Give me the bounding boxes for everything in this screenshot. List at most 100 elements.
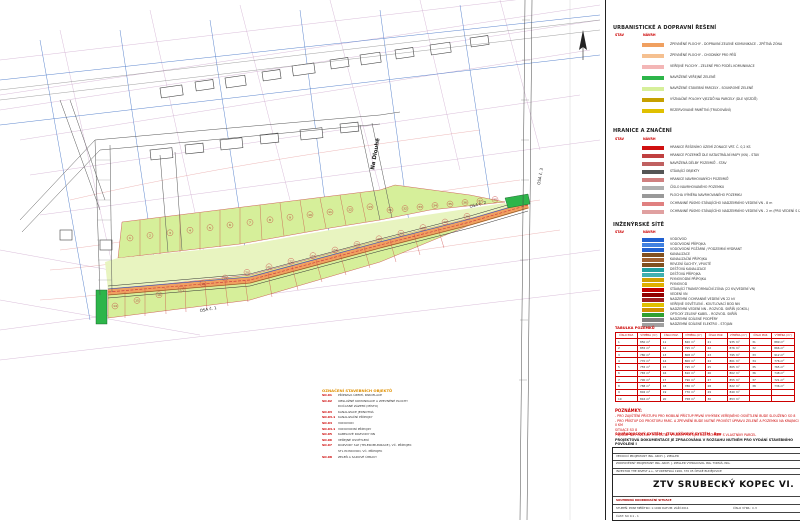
project-title: ZTV SRUBECKÝ KOPEC VI. [653,480,795,490]
table-row: 10 816 m² 20 758 m² 30 853 m² [615,394,795,403]
border-legend-label: OCHRANNÉ PÁSMO STÁVAJÍCÍHO NADZEMNÍHO VE… [670,201,773,205]
plot-number: 3 [169,231,171,235]
building-object-code: SO.01 [322,393,332,397]
plot-number: 26 [377,237,381,241]
legend-col-stav: STAV [615,33,624,37]
building-object-label: KABELOVÉ ROZVODY NN [338,432,375,437]
plot-number: 17 [179,287,183,291]
urban-legend-swatch [642,76,664,80]
network-legend-label: OPTICKÝ ZELENÝ KABEL - ROZVOD. SKŘÍŇ [670,312,737,316]
building-object-code: SO.04.1 [322,426,336,431]
legend-section-urban: URBANISTICKÉ A DOPRAVNÍ ŘEŠENÍ [613,25,717,31]
legend-col-navrh: NÁVRH [643,33,656,37]
plot-number: 29 [443,220,447,224]
building-object-code: SO.02 [322,398,332,403]
plot-number: 36 [463,201,467,205]
network-legend-label: VEDENÍ VN [670,292,688,296]
plot-number: 33 [418,205,422,209]
border-legend-swatch [642,154,664,158]
table-cell: 853 m² [726,394,751,403]
building-object-label: KANALIZAČNÍ PŘÍPOJKY [338,415,373,420]
network-legend-label: KANALIZACE [670,252,691,256]
border-legend-row: PLOCHA VÝMĚRA NAVRHOVANÉHO POZEMKU [610,193,798,200]
drawing-part: ČÁST: SO 0.1 - 1 [616,514,639,518]
plot-number: 35 [448,202,452,206]
border-legend-swatch [642,194,664,198]
building-object-label: KANALIZACE JEDNOTNÁ [338,409,374,414]
plot-number: 1 [129,236,131,240]
building-object-label: DOČASNÉ ZÁZEMÍ (MÍSTO) [338,404,379,409]
border-legend-swatch [642,202,664,206]
plot-number: 9 [289,215,291,219]
border-legend-swatch [642,146,664,150]
note-line: - PRO PŘÍSTUP DO PROSTORU PARC. A ZPEVNĚ… [615,419,799,427]
plot-number: 25 [355,243,359,247]
table-cell: 758 m² [681,394,706,403]
table-cell [771,394,795,403]
table-cell: 20 [659,394,683,403]
network-legend-label: NADZEMNÍ SDÍLENÉ PODPĚRY [670,317,718,321]
notes-title: POZNÁMKY: [615,408,642,413]
border-legend-swatch [642,162,664,166]
urban-legend-label: NAVRŽENÉ VEŘEJNÉ ZELENĚ [670,75,716,79]
drawing-sheet: 1 2 3 4 5 6 7 8 9 10 11 12 13 14 15 16 17 18 19 20 21 22 23 24 2… [0,0,800,521]
plot-number: 27 [399,231,403,235]
network-legend-label: PLYNOVOD [670,282,688,286]
border-legend-label: HRANICE ŘEŠENÍHO ÚZEMÍ ZONACE VRT. Č. 0,… [670,145,751,149]
plot-number: 5 [209,226,211,230]
building-object-code: SO.04 [322,420,332,425]
urban-legend-row: VEŘEJNÉ PLOCHY - ZELENÉ PRO PODÉL KOMUNI… [610,64,798,71]
legend-col-navrh-2: NÁVRH [643,137,656,141]
note-line: - PRO ZAJIŠTĚNÍ PŘÍSTUPU PRO MOBILNÍ PŘÍ… [615,414,796,418]
stamp-meta: STUPEŇ: PDSP MĚŘÍTKO: 1:1000 DATUM: ZÁŘÍ… [616,506,689,510]
border-legend-swatch [642,210,664,214]
border-legend-swatch [642,186,664,190]
network-legend-label: DEŠŤOVÁ KANALIZACE [670,267,707,271]
building-object-label: ROZVODY SLP (TELEKOMUNIKACE), VČ. PŘÍPOJ… [338,443,412,448]
drawing-number: ČÍSLO VÝKR.: C.3 [733,506,757,510]
urban-legend-row: ZPEVNĚNÉ PLOCHY - CHODNÍKY PRO PĚŠÍ [610,53,798,60]
parcel-table-title: TABULKA POZEMKŮ [615,326,655,330]
building-object-label: PŘÍPRAVA ÚZEMÍ, PARCELACE [338,393,383,397]
plot-number: 22 [289,259,293,263]
building-object-code: SO.03 [322,409,332,414]
network-legend-label: VEŘEJNÉ OSVĚTLENÍ - KOUTLOVACÍ BOD NN [670,302,740,306]
urban-legend-swatch [642,54,664,58]
plot-number: 28 [421,226,425,230]
urban-legend-row: VÝZNAČNÉ POLOHY VJEZDŮ NA PARCELY (DLE V… [610,97,798,104]
coordinate-system-note: SOUŘADNICOVÝ SYSTÉM - JTSK VÝŠKOVÝ SYSTÉ… [615,432,722,436]
building-object-label: ZELEŇ A SADOVÉ ÚPRAVY [338,454,377,459]
border-legend-row: HRANICE POZEMKŮ DLE KATASTRÁLNÍ MAPY (KN… [610,153,798,160]
border-legend-swatch [642,178,664,182]
urban-legend-swatch [642,65,664,69]
network-legend-label: KANALIZAČNÍ PŘÍPOJKA [670,257,708,261]
border-legend-label: HRANICE NAVRHOVANÝCH POZEMKŮ [670,177,729,181]
plot-number: 21 [267,265,271,269]
building-object-label: VEŘEJNÉ OSVĚTLENÍ [338,437,369,442]
plot-number: 38 [493,198,497,202]
plot-number: 20 [245,271,249,275]
plot-number: 14 [113,304,117,308]
border-legend-row: OCHRANNÉ PÁSMO STÁVAJÍCÍHO NADZEMNÍHO VE… [610,209,800,216]
network-legend-label: NADZEMNÍ VEDENÍ NN - ROZVOD. SKŘÍŇ (SOKO… [670,307,750,311]
border-legend-label: ČÍSLO NAVRHOVANÉHO POZEMKU [670,185,725,189]
border-legend-label: NAVRŽENÁ DĚLBY POZEMKŮ - STAV [670,161,727,165]
plot-number: 30 [465,215,469,219]
building-object-label: VODOVODNÍ PŘÍPOJKY [338,426,372,431]
border-legend-row: HRANICE NAVRHOVANÝCH POZEMKŮ [610,177,798,184]
site-plan-map: 1234567891011121314151617181920212223242… [0,0,600,520]
plot-number: 18 [201,282,205,286]
legend-section-networks: INŽENÝRSKÉ SÍTĚ [613,222,665,228]
plot-number: 16 [157,293,161,297]
table-cell: 10 [615,394,638,403]
urban-legend-label: ZPEVNĚNÉ PLOCHY - DOPRAVNÍ ZELENÉ KOMUNI… [670,42,783,46]
urban-legend-label: VEŘEJNÉ PLOCHY - ZELENÉ PRO PODÉL KOMUNI… [670,64,755,68]
building-object-label: OBSLUŽNÉ KOMUNIKACE A ZPEVNĚNÉ PLOCHY [338,398,408,403]
stamp-lead-designer: VEDOUCÍ PROJEKTANT ING. ARCH. J. ZIEGLER [616,454,679,458]
plot-number: 31 [388,208,392,212]
urban-legend-label: REZERVOVANÉ PAMĚTNÍ (TRUDOVÁNÍ) [670,108,731,112]
border-legend-swatch [642,170,664,174]
network-legend-label: VODOVODNÍ PŘÍPOJKA [670,242,706,246]
plot-number: 15 [135,299,139,303]
building-object-label: VODOVOD [338,420,354,425]
